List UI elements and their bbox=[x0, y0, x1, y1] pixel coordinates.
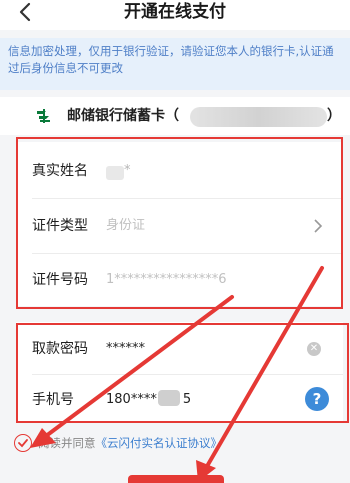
page-title: 开通在线支付 bbox=[124, 2, 226, 22]
bank-card-row: 邮储银行储蓄卡（ ） bbox=[0, 97, 350, 135]
agreement-text: 阅读并同意《云闪付实名认证协议》 bbox=[38, 436, 223, 450]
id-type-label: 证件类型 bbox=[32, 218, 88, 234]
phone-redacted bbox=[158, 390, 180, 406]
phone-label: 手机号 bbox=[32, 392, 74, 408]
agreement-checkbox[interactable] bbox=[14, 434, 32, 452]
help-icon[interactable]: ? bbox=[305, 387, 329, 411]
bank-close-paren: ） bbox=[327, 108, 341, 124]
header: 开通在线支付 bbox=[0, 0, 350, 30]
id-type-value: 身份证 bbox=[106, 218, 146, 233]
account-card: 取款密码 ****** ✕ 手机号 180**** 5 ? bbox=[16, 322, 343, 422]
check-icon bbox=[18, 439, 28, 448]
password-value: ****** bbox=[106, 341, 145, 356]
submit-button[interactable] bbox=[128, 475, 224, 483]
agreement-link[interactable]: 《云闪付实名认证协议》 bbox=[96, 436, 223, 450]
id-number-value: 1****************6 bbox=[106, 272, 227, 287]
id-number-row[interactable]: 证件号码 1****************6 bbox=[16, 253, 343, 307]
postal-bank-logo bbox=[34, 106, 54, 126]
card-number-redacted bbox=[190, 107, 327, 127]
clear-icon[interactable]: ✕ bbox=[307, 342, 321, 356]
password-row[interactable]: 取款密码 ****** ✕ bbox=[16, 322, 343, 376]
id-number-label: 证件号码 bbox=[32, 272, 88, 288]
name-redacted bbox=[106, 166, 124, 180]
name-value: * bbox=[124, 163, 131, 178]
identity-card: 真实姓名 * 证件类型 身份证 证件号码 1****************6 bbox=[16, 142, 343, 306]
id-type-row[interactable]: 证件类型 身份证 bbox=[16, 199, 343, 253]
password-label: 取款密码 bbox=[32, 341, 88, 357]
name-row[interactable]: 真实姓名 * bbox=[16, 144, 343, 198]
name-label: 真实姓名 bbox=[32, 163, 88, 179]
bank-name: 邮储银行储蓄卡（ bbox=[67, 108, 179, 124]
chevron-right-icon bbox=[314, 219, 323, 233]
agreement-row: 阅读并同意《云闪付实名认证协议》 bbox=[0, 430, 350, 458]
notice-banner: 信息加密处理，仅用于银行验证，请验证您本人的银行卡,认证通过后身份信息不可更改 bbox=[0, 38, 350, 90]
